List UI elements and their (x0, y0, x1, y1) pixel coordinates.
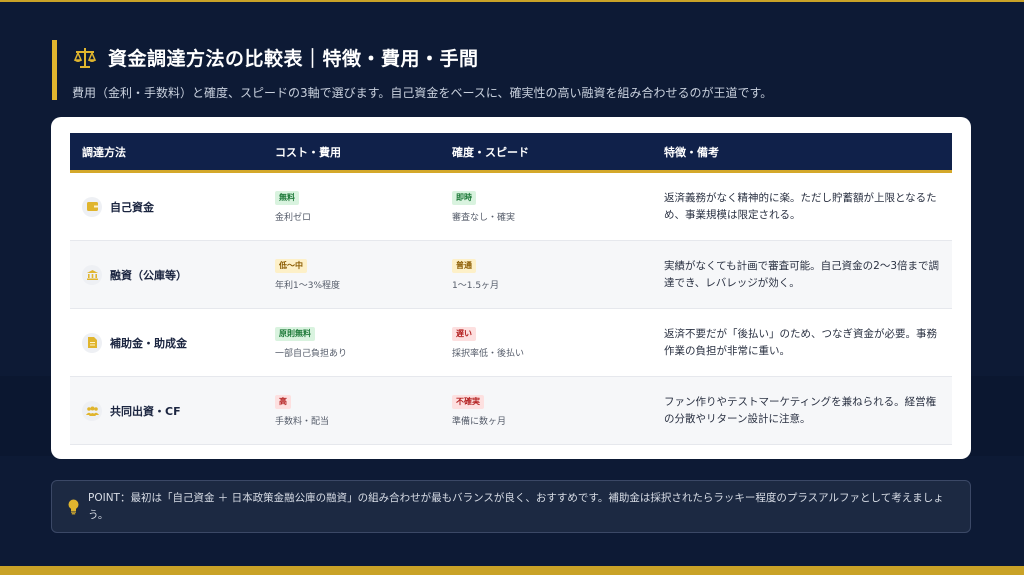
speed-cell: 普通 1〜1.5ヶ月 (440, 241, 652, 308)
notes-text: 実績がなくても計画で審査可能。自己資金の2〜3倍まで調達でき、レバレッジが効く。 (664, 259, 940, 289)
speed-note: 1〜1.5ヶ月 (452, 280, 500, 291)
table-row: 融資（公庫等） 低〜中 年利1〜3%程度 普通 1〜1.5ヶ月 実績がなくても計… (70, 241, 952, 309)
column-header-speed: 確度・スピード (452, 145, 529, 159)
people-icon (82, 400, 102, 421)
table-row: 共同出資・CF 高 手数料・配当 不確実 準備に数ヶ月 ファン作りやテストマーケ… (70, 377, 952, 445)
table-row: 自己資金 無料 金利ゼロ 即時 審査なし・確実 返済義務がなく精神的に楽。ただし… (70, 173, 952, 241)
cost-badge: 無料 (275, 190, 299, 205)
column-header-notes: 特徴・備考 (664, 145, 719, 159)
speed-badge: 不確実 (452, 394, 484, 409)
method-name: 融資（公庫等） (110, 268, 187, 282)
method-name: 自己資金 (110, 200, 154, 214)
header-accent-bar (52, 40, 57, 100)
column-header-method: 調達方法 (82, 145, 126, 159)
column-header-cost: コスト・費用 (275, 145, 341, 159)
point-callout: POINT：最初は「自己資金 ＋ 日本政策金融公庫の融資」の組み合わせが最もバラ… (51, 480, 971, 533)
speed-note: 準備に数ヶ月 (452, 416, 507, 427)
cost-cell: 高 手数料・配当 (263, 377, 440, 444)
notes-text: 返済義務がなく精神的に楽。ただし貯蓄額が上限となるため、事業規模は限定される。 (664, 191, 937, 221)
method-cell: 自己資金 (70, 173, 263, 240)
cost-badge: 低〜中 (275, 258, 307, 273)
cost-cell: 無料 金利ゼロ (263, 173, 440, 240)
cost-cell: 低〜中 年利1〜3%程度 (263, 241, 440, 308)
bank-icon (82, 264, 102, 285)
bottom-accent-line (0, 566, 1024, 575)
method-cell: 共同出資・CF (70, 377, 263, 444)
page-title: 資金調達方法の比較表｜特徴・費用・手間 (108, 48, 479, 70)
notes-cell: 返済不要だが「後払い」のため、つなぎ資金が必要。事務作業の負担が非常に重い。 (652, 309, 952, 376)
method-name: 補助金・助成金 (110, 336, 187, 350)
speed-note: 審査なし・確実 (452, 212, 516, 223)
notes-cell: 返済義務がなく精神的に楽。ただし貯蓄額が上限となるため、事業規模は限定される。 (652, 173, 952, 240)
balance-scale-icon (72, 45, 98, 71)
table-row: 補助金・助成金 原則無料 一部自己負担あり 遅い 採択率低・後払い 返済不要だが… (70, 309, 952, 377)
point-text: POINT：最初は「自己資金 ＋ 日本政策金融公庫の融資」の組み合わせが最もバラ… (88, 492, 944, 521)
cost-cell: 原則無料 一部自己負担あり (263, 309, 440, 376)
speed-cell: 即時 審査なし・確実 (440, 173, 652, 240)
cost-badge: 高 (275, 394, 291, 409)
cost-note: 手数料・配当 (275, 416, 330, 427)
notes-cell: 実績がなくても計画で審査可能。自己資金の2〜3倍まで調達でき、レバレッジが効く。 (652, 241, 952, 308)
method-cell: 融資（公庫等） (70, 241, 263, 308)
wallet-icon (82, 196, 102, 217)
method-name: 共同出資・CF (110, 404, 181, 418)
notes-cell: ファン作りやテストマーケティングを兼ねられる。経営権の分散やリターン設計に注意。 (652, 377, 952, 444)
speed-badge: 普通 (452, 258, 476, 273)
speed-note: 採択率低・後払い (452, 348, 525, 359)
speed-cell: 遅い 採択率低・後払い (440, 309, 652, 376)
speed-badge: 遅い (452, 326, 476, 341)
notes-text: 返済不要だが「後払い」のため、つなぎ資金が必要。事務作業の負担が非常に重い。 (664, 327, 937, 357)
lightbulb-icon (68, 499, 79, 515)
top-accent-line (0, 0, 1024, 2)
notes-text: ファン作りやテストマーケティングを兼ねられる。経営権の分散やリターン設計に注意。 (664, 395, 937, 425)
cost-note: 一部自己負担あり (275, 348, 348, 359)
document-icon (82, 332, 102, 353)
speed-cell: 不確実 準備に数ヶ月 (440, 377, 652, 444)
cost-note: 年利1〜3%程度 (275, 280, 341, 291)
comparison-card: 調達方法 コスト・費用 確度・スピード 特徴・備考 自己資金 無料 金利ゼロ 即… (51, 117, 971, 459)
speed-badge: 即時 (452, 190, 476, 205)
cost-badge: 原則無料 (275, 326, 315, 341)
slide-header: 資金調達方法の比較表｜特徴・費用・手間 費用（金利・手数料）と確度、スピードの3… (52, 40, 972, 102)
page-subtitle: 費用（金利・手数料）と確度、スピードの3軸で選びます。自己資金をベースに、確実性… (72, 86, 773, 100)
table-header: 調達方法 コスト・費用 確度・スピード 特徴・備考 (70, 133, 952, 173)
cost-note: 金利ゼロ (275, 212, 312, 223)
comparison-table: 調達方法 コスト・費用 確度・スピード 特徴・備考 自己資金 無料 金利ゼロ 即… (70, 133, 952, 445)
title-row: 資金調達方法の比較表｜特徴・費用・手間 (72, 44, 479, 71)
method-cell: 補助金・助成金 (70, 309, 263, 376)
